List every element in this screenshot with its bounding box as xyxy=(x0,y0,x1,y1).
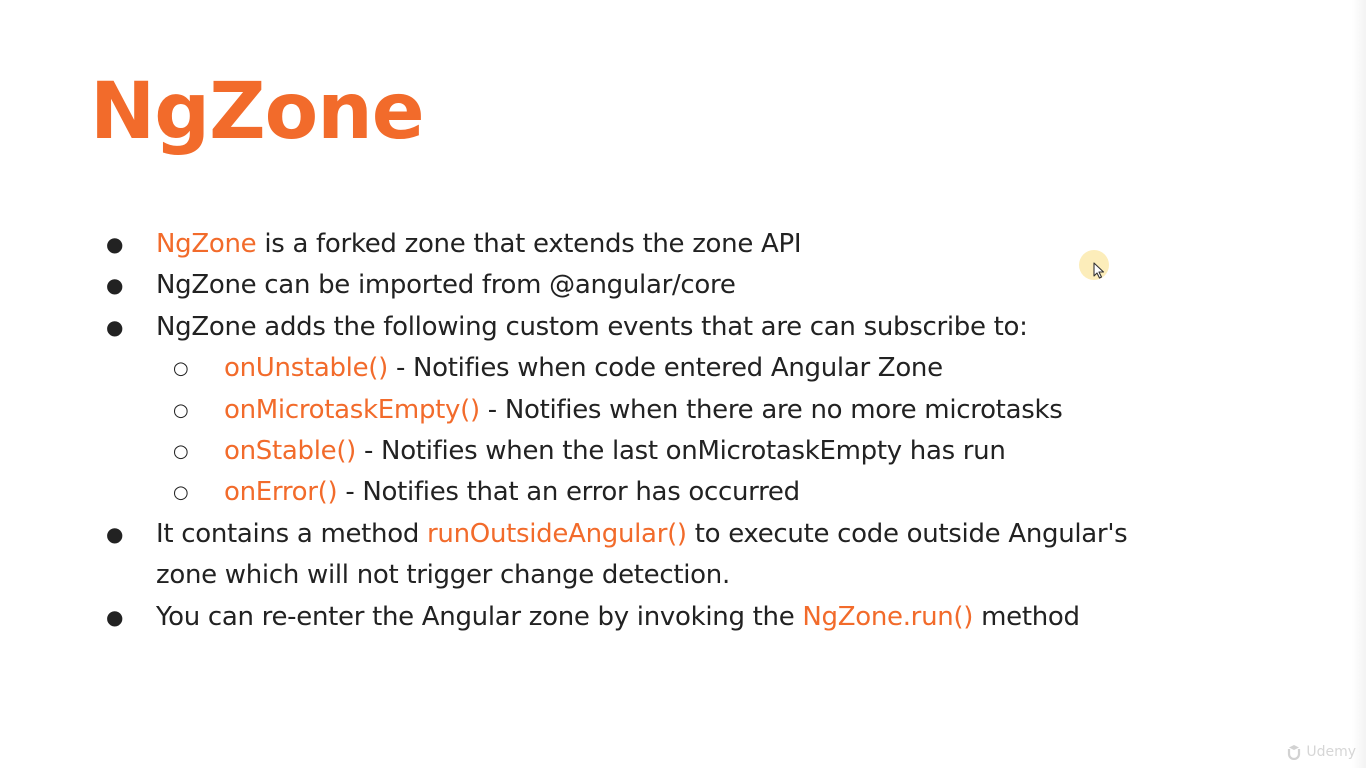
bullet-list: ● NgZone is a forked zone that extends t… xyxy=(100,224,1280,638)
bullet-dot-icon: ● xyxy=(106,314,124,339)
bullet-dot-icon: ● xyxy=(106,604,124,629)
event-name: onStable() xyxy=(224,436,357,467)
bullet-text: is a forked zone that extends the zone A… xyxy=(256,229,802,259)
event-description: - Notifies when there are no more microt… xyxy=(479,394,1063,425)
bullet-item: ● It contains a method runOutsideAngular… xyxy=(100,514,1280,597)
method-name: runOutsideAngular() xyxy=(427,518,687,549)
slide-title: NgZone xyxy=(90,67,425,157)
bullet-highlight: NgZone xyxy=(156,229,257,259)
slide: NgZone ● NgZone is a forked zone that ex… xyxy=(0,0,1366,768)
udemy-watermark: Udemy xyxy=(1286,744,1356,760)
sub-bullet-item: ○ onMicrotaskEmpty() - Notifies when the… xyxy=(100,390,1280,431)
event-name: onMicrotaskEmpty() xyxy=(224,394,480,425)
bullet-text: NgZone can be imported from @angular/cor… xyxy=(156,270,736,301)
watermark-text: Udemy xyxy=(1306,744,1356,760)
bullet-dot-icon: ● xyxy=(106,521,124,546)
event-description: - Notifies when the last onMicrotaskEmpt… xyxy=(356,436,1006,467)
event-description: - Notifies when code entered Angular Zon… xyxy=(387,353,943,384)
bullet-text: method xyxy=(973,601,1080,632)
udemy-logo-icon xyxy=(1288,745,1301,760)
bullet-text: to execute code outside Angular's xyxy=(686,518,1128,549)
bullet-text: It contains a method xyxy=(156,518,428,549)
bullet-text-continuation: zone which will not trigger change detec… xyxy=(156,560,730,591)
window-edge xyxy=(1352,0,1366,768)
bullet-circle-icon: ○ xyxy=(173,482,189,504)
mouse-cursor-icon xyxy=(1093,262,1105,283)
bullet-circle-icon: ○ xyxy=(173,399,189,421)
bullet-circle-icon: ○ xyxy=(173,358,189,380)
sub-bullet-item: ○ onStable() - Notifies when the last on… xyxy=(100,431,1280,472)
bullet-dot-icon: ● xyxy=(106,273,124,298)
bullet-item: ● You can re-enter the Angular zone by i… xyxy=(100,597,1280,638)
bullet-dot-icon: ● xyxy=(106,232,124,256)
bullet-item: ● NgZone adds the following custom event… xyxy=(100,307,1280,348)
bullet-text: You can re-enter the Angular zone by inv… xyxy=(156,601,803,632)
sub-bullet-item: ○ onError() - Notifies that an error has… xyxy=(100,472,1280,513)
sub-bullet-item: ○ onUnstable() - Notifies when code ente… xyxy=(100,348,1280,389)
bullet-circle-icon: ○ xyxy=(173,441,189,463)
event-description: - Notifies that an error has occurred xyxy=(337,477,800,508)
bullet-text: NgZone adds the following custom events … xyxy=(156,311,1028,342)
method-name: NgZone.run() xyxy=(802,601,974,632)
event-name: onError() xyxy=(224,477,338,508)
event-name: onUnstable() xyxy=(224,353,388,384)
